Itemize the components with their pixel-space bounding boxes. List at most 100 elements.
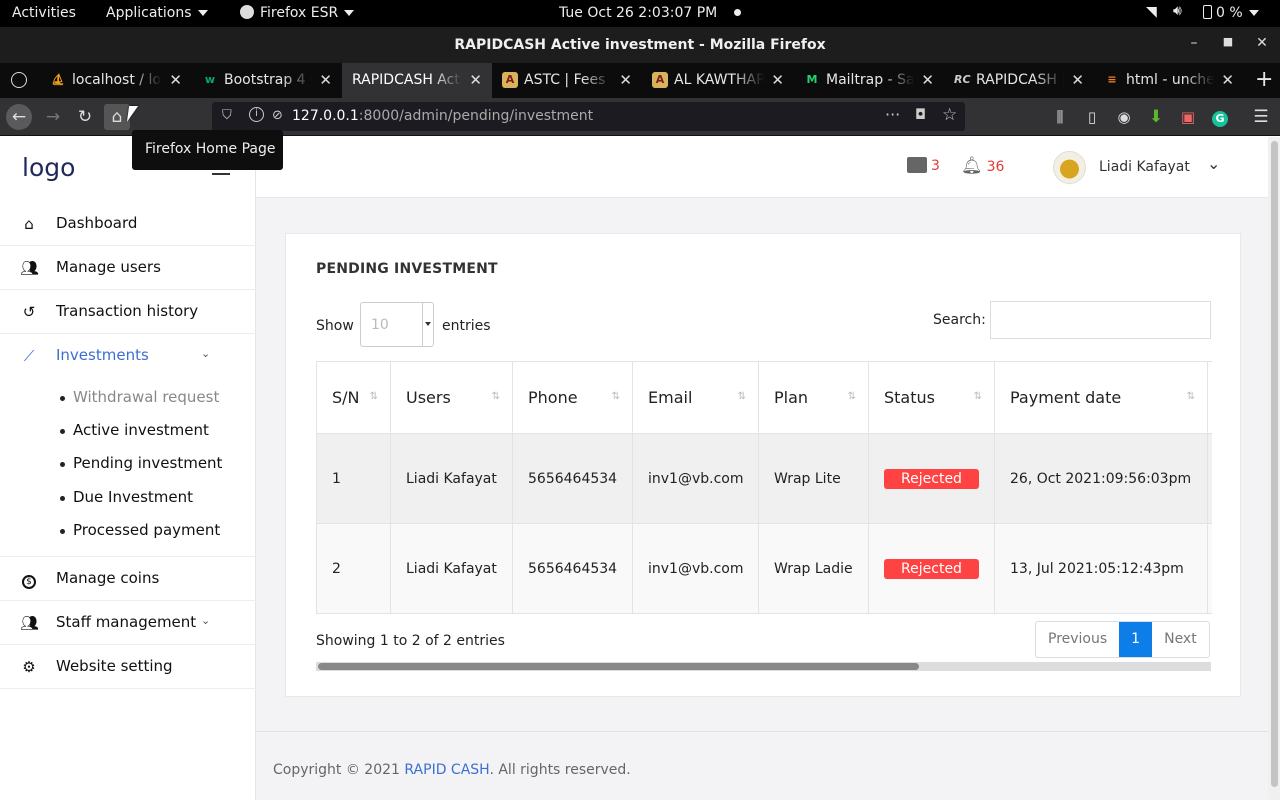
pocket-icon[interactable]: ◘ (915, 107, 926, 123)
info-icon[interactable]: i (249, 107, 264, 122)
sidebar-toggle-icon[interactable]: ▯ (1079, 104, 1105, 130)
minimize-button[interactable]: – (1184, 35, 1204, 55)
column-header-status[interactable]: Status ⇅ (868, 361, 995, 434)
alkawthar-icon: A (652, 72, 668, 88)
notifications-indicator[interactable]: 🔔︎ 36 (961, 156, 1004, 176)
download-icon[interactable]: ⬇ (1143, 104, 1169, 130)
scrollbar-thumb[interactable] (318, 663, 919, 670)
close-icon[interactable]: ✕ (1071, 71, 1084, 89)
back-button[interactable]: ← (6, 104, 32, 130)
battery-indicator[interactable]: 0 % (1203, 5, 1259, 21)
chevron-down-icon: ⌄ (1207, 154, 1221, 173)
submenu-due-investment[interactable]: Due Investment (60, 488, 193, 506)
table-row: 2 Liadi Kafayat 5656464534 inv1@vb.com W… (316, 523, 1212, 614)
page-1-button[interactable]: 1 (1119, 622, 1153, 657)
forward-button[interactable]: → (40, 104, 66, 130)
tab-rapidcash-dashboard[interactable]: RC RAPIDCASH | Dashboard ✕ (944, 63, 1094, 98)
close-icon[interactable]: ✕ (169, 71, 182, 89)
close-icon[interactable]: ✕ (771, 71, 784, 89)
messages-indicator[interactable]: 3 (907, 157, 940, 174)
sidebar-item-staff-management[interactable]: 👥︎ Staff management ⌄ (0, 601, 256, 645)
bookmark-star-icon[interactable]: ☆ (942, 105, 957, 125)
url-bar[interactable]: ⛉ i ⊘ 127.0.0.1:8000/admin/pending/inves… (212, 102, 965, 131)
footer-suffix: . All rights reserved. (489, 762, 631, 778)
site-logo[interactable]: logo (22, 153, 75, 182)
tab-stackoverflow[interactable]: ≡ html - uncheck checkbox ✕ (1094, 63, 1244, 98)
wifi-icon[interactable]: ◥ (1146, 4, 1157, 20)
cell-user: Liadi Kafayat (390, 523, 513, 614)
column-header-payment-date[interactable]: Payment date ⇅ (994, 361, 1208, 434)
sort-icon: ⇅ (847, 391, 856, 402)
tab-mailtrap[interactable]: M Mailtrap - Safe Email Testing ✕ (794, 63, 944, 98)
volume-icon[interactable]: 🔊︎ (1173, 3, 1182, 19)
submenu-withdrawal-request[interactable]: Withdrawal request (60, 388, 219, 406)
sidebar-item-dashboard[interactable]: ⌂ Dashboard (0, 202, 256, 246)
globe-icon (11, 72, 27, 88)
tab-al-kawthar[interactable]: A AL KAWTHAR ✕ (642, 63, 794, 98)
home-button-tooltip: Firefox Home Page (132, 130, 283, 170)
reload-button[interactable]: ↻ (72, 104, 98, 130)
grammarly-icon[interactable]: G (1207, 104, 1233, 130)
hamburger-menu-icon[interactable]: ☰ (1248, 104, 1274, 130)
cell-sn: 1 (316, 433, 391, 524)
previous-page-button[interactable]: Previous (1036, 622, 1119, 657)
tab-rapidcash-active[interactable]: RAPIDCASH Active investment ✕ (342, 63, 492, 98)
firefox-view-button[interactable] (0, 63, 40, 98)
applications-menu[interactable]: Applications (106, 5, 208, 21)
next-page-button[interactable]: Next (1152, 622, 1209, 657)
tab-bootstrap[interactable]: w Bootstrap 4 Carousel ✕ (192, 63, 342, 98)
tab-localhost[interactable]: ⛵︎ localhost / localhost ✕ (40, 63, 192, 98)
search-input[interactable] (990, 301, 1211, 339)
cell-phone: 5656464534 (512, 433, 633, 524)
scrollbar-thumb[interactable] (1271, 141, 1278, 787)
column-header-plan[interactable]: Plan ⇅ (758, 361, 869, 434)
vertical-scrollbar[interactable] (1268, 137, 1280, 800)
more-actions-icon[interactable]: ··· (885, 105, 900, 124)
window-titlebar: RAPIDCASH Active investment - Mozilla Fi… (0, 27, 1280, 63)
url-host: 127.0.0.1 (292, 108, 359, 124)
column-header-users[interactable]: Users ⇅ (390, 361, 513, 434)
footer-brand-link[interactable]: RAPID CASH (404, 762, 489, 778)
cell-overflow (1207, 523, 1212, 614)
close-icon[interactable]: ✕ (619, 71, 632, 89)
tab-astc-fees[interactable]: A ASTC | Fees ✕ (492, 63, 642, 98)
coin-icon: $ (20, 570, 38, 589)
chevron-down-icon (344, 10, 355, 16)
entries-select[interactable]: 10 (360, 302, 434, 347)
column-header-email[interactable]: Email ⇅ (632, 361, 759, 434)
shield-icon[interactable]: ⛉ (222, 108, 232, 123)
sort-icon: ⇅ (973, 391, 982, 402)
new-tab-button[interactable]: + (1250, 63, 1280, 98)
submenu-label: Processed payment (73, 521, 221, 539)
stackoverflow-icon: ≡ (1107, 73, 1117, 86)
library-icon[interactable]: ⫼ (1047, 104, 1073, 130)
sidebar-item-transaction-history[interactable]: ↺ Transaction history (0, 290, 256, 334)
account-icon[interactable]: ◉ (1111, 104, 1137, 130)
column-header-sn[interactable]: S/N ⇅ (316, 361, 391, 434)
entries-select-value: 10 (371, 317, 389, 333)
horizontal-scrollbar[interactable] (316, 662, 1211, 671)
browser-app-menu[interactable]: Firefox ESR (240, 5, 355, 21)
sidebar-item-website-setting[interactable]: ⚙ Website setting (0, 645, 256, 689)
close-icon[interactable]: ✕ (469, 71, 482, 89)
clock[interactable]: Tue Oct 26 2:03:07 PM (559, 5, 717, 21)
lock-strikethrough-icon[interactable]: ⊘ (272, 108, 283, 123)
home-button[interactable]: ⌂ (104, 104, 130, 130)
maximize-button[interactable]: ■ (1218, 35, 1238, 55)
battery-icon (1203, 5, 1212, 19)
column-header-phone[interactable]: Phone ⇅ (512, 361, 633, 434)
sidebar-item-investments[interactable]: ⟋ Investments ⌄ (0, 334, 256, 378)
submenu-pending-investment[interactable]: Pending investment (60, 454, 222, 472)
sidebar-item-manage-users[interactable]: 👥︎ Manage users (0, 246, 256, 290)
close-icon[interactable]: ✕ (319, 71, 332, 89)
close-icon[interactable]: ✕ (921, 71, 934, 89)
close-icon[interactable]: ✕ (1221, 71, 1234, 89)
activities-button[interactable]: Activities (12, 5, 76, 21)
extension-icon[interactable]: ▣ (1175, 104, 1201, 130)
close-window-button[interactable]: ✕ (1252, 35, 1272, 55)
table-row: 1 Liadi Kafayat 5656464534 inv1@vb.com W… (316, 433, 1212, 524)
sidebar-item-manage-coins[interactable]: $ Manage coins (0, 557, 256, 601)
submenu-active-investment[interactable]: Active investment (60, 421, 209, 439)
submenu-processed-payment[interactable]: Processed payment (60, 521, 220, 539)
url-text[interactable]: 127.0.0.1:8000/admin/pending/investment (292, 108, 593, 124)
